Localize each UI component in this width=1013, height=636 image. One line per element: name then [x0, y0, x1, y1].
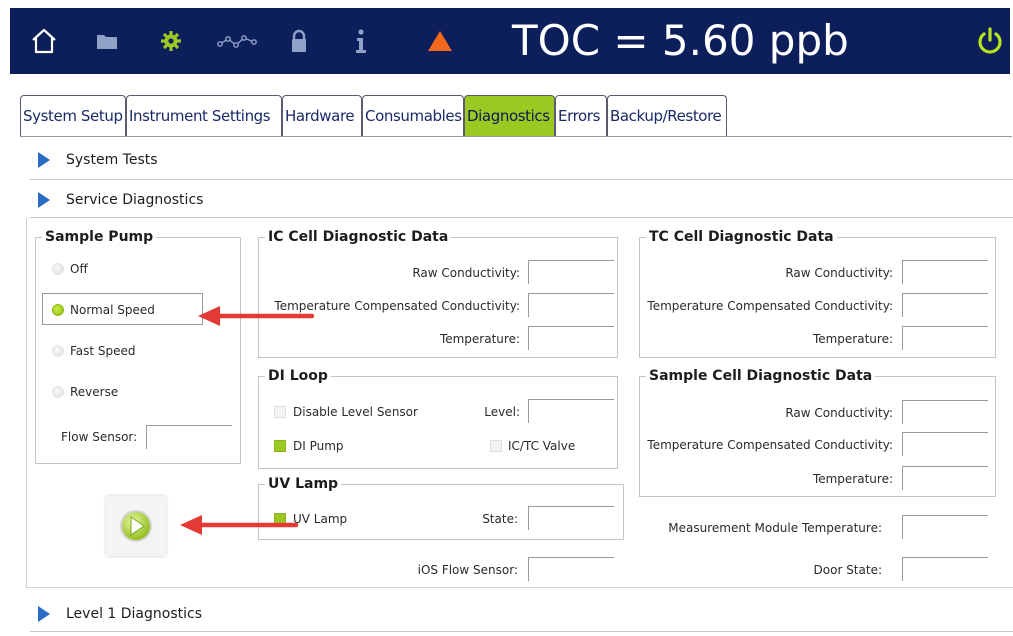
sample-raw-conductivity-label: Raw Conductivity:	[785, 406, 893, 420]
power-icon[interactable]	[970, 8, 1010, 74]
tc-temperature-label: Temperature:	[812, 332, 893, 346]
reverse-radio[interactable]	[52, 386, 64, 398]
uv-state-field	[528, 506, 614, 530]
ictc-valve-label: IC/TC Valve	[508, 439, 576, 453]
annotation-arrow-icon	[198, 306, 315, 326]
ictc-valve-checkbox[interactable]	[490, 440, 502, 452]
ic-temperature-label: Temperature:	[439, 332, 520, 346]
folder-icon[interactable]	[92, 8, 122, 74]
measurement-module-temp-field	[902, 515, 988, 539]
di-pump-checkbox[interactable]	[274, 440, 286, 452]
tab-backup-restore[interactable]: Backup/Restore	[607, 95, 727, 136]
toc-readout: TOC = 5.60 ppb	[512, 16, 849, 65]
accordion-level1-diagnostics[interactable]: Level 1 Diagnostics	[30, 596, 1013, 632]
level-label: Level:	[484, 405, 520, 419]
accordion-label: Level 1 Diagnostics	[66, 606, 203, 622]
di-pump-label: DI Pump	[293, 439, 344, 453]
divider	[30, 631, 1013, 632]
tc-raw-conductivity-field	[902, 260, 988, 284]
tab-instrument-settings[interactable]: Instrument Settings	[126, 95, 282, 136]
expand-triangle-icon	[38, 192, 50, 208]
lock-icon[interactable]	[284, 8, 314, 74]
sample-cell-title: Sample Cell Diagnostic Data	[646, 368, 876, 384]
play-icon	[120, 510, 152, 542]
fast-speed-radio[interactable]	[52, 345, 64, 357]
off-radio[interactable]	[52, 263, 64, 275]
level-field	[528, 399, 614, 423]
ios-flow-sensor-field	[528, 557, 614, 581]
gear-icon[interactable]	[156, 8, 186, 74]
tab-underline	[20, 136, 1012, 137]
off-label: Off	[70, 262, 88, 276]
top-bar: TOC = 5.60 ppb	[10, 8, 1010, 74]
accordion-label: Service Diagnostics	[66, 192, 204, 208]
tab-consumables[interactable]: Consumables	[362, 95, 464, 136]
disable-level-sensor-label: Disable Level Sensor	[293, 405, 418, 419]
sample-temp-comp-conductivity-field	[902, 432, 988, 456]
tab-errors[interactable]: Errors	[555, 95, 607, 136]
flow-sensor-label: Flow Sensor:	[61, 430, 138, 444]
ic-temp-comp-conductivity-field	[528, 293, 614, 317]
info-icon[interactable]	[346, 8, 376, 74]
fast-speed-label: Fast Speed	[70, 344, 136, 358]
uv-lamp-title: UV Lamp	[265, 476, 342, 492]
sample-temperature-label: Temperature:	[812, 472, 893, 486]
door-state-field	[902, 557, 988, 581]
uv-state-label: State:	[482, 512, 518, 526]
sample-pump-title: Sample Pump	[42, 229, 157, 245]
sample-temp-comp-conductivity-label: Temperature Compensated Conductivity:	[647, 438, 893, 452]
sample-raw-conductivity-field	[902, 400, 988, 424]
flow-sensor-field	[146, 425, 232, 449]
accordion-service-diagnostics[interactable]: Service Diagnostics	[30, 182, 1013, 218]
disable-level-sensor-checkbox[interactable]	[274, 406, 286, 418]
start-button[interactable]	[106, 496, 166, 556]
tc-temperature-field	[902, 326, 988, 350]
ic-cell-title: IC Cell Diagnostic Data	[265, 229, 452, 245]
normal-speed-radio[interactable]	[52, 304, 64, 316]
expand-triangle-icon	[38, 606, 50, 622]
tab-hardware[interactable]: Hardware	[282, 95, 362, 136]
expand-triangle-icon	[38, 152, 50, 168]
tc-raw-conductivity-label: Raw Conductivity:	[785, 266, 893, 280]
tab-bar: System Setup Instrument Settings Hardwar…	[20, 95, 727, 136]
tab-diagnostics[interactable]: Diagnostics	[464, 95, 555, 136]
tc-cell-title: TC Cell Diagnostic Data	[646, 229, 837, 245]
trend-icon[interactable]	[215, 8, 259, 74]
door-state-label: Door State:	[813, 563, 882, 577]
uv-lamp-label: UV Lamp	[293, 512, 348, 526]
measurement-module-temp-label: Measurement Module Temperature:	[668, 521, 882, 535]
sample-temperature-field	[902, 466, 988, 490]
tc-temp-comp-conductivity-field	[902, 293, 988, 317]
tc-temp-comp-conductivity-label: Temperature Compensated Conductivity:	[647, 299, 893, 313]
divider	[30, 179, 1013, 180]
normal-speed-label: Normal Speed	[70, 303, 155, 317]
tab-system-setup[interactable]: System Setup	[20, 95, 126, 136]
annotation-arrow-icon	[180, 515, 299, 535]
accordion-label: System Tests	[66, 152, 158, 168]
ic-temperature-field	[528, 326, 614, 350]
di-loop-title: DI Loop	[265, 368, 331, 384]
ic-raw-conductivity-field	[528, 260, 614, 284]
ic-raw-conductivity-label: Raw Conductivity:	[412, 266, 520, 280]
ios-flow-sensor-label: iOS Flow Sensor:	[417, 563, 518, 577]
home-icon[interactable]	[24, 8, 64, 74]
reverse-label: Reverse	[70, 385, 119, 399]
warning-icon[interactable]	[422, 8, 458, 74]
accordion-system-tests[interactable]: System Tests	[30, 142, 1013, 178]
